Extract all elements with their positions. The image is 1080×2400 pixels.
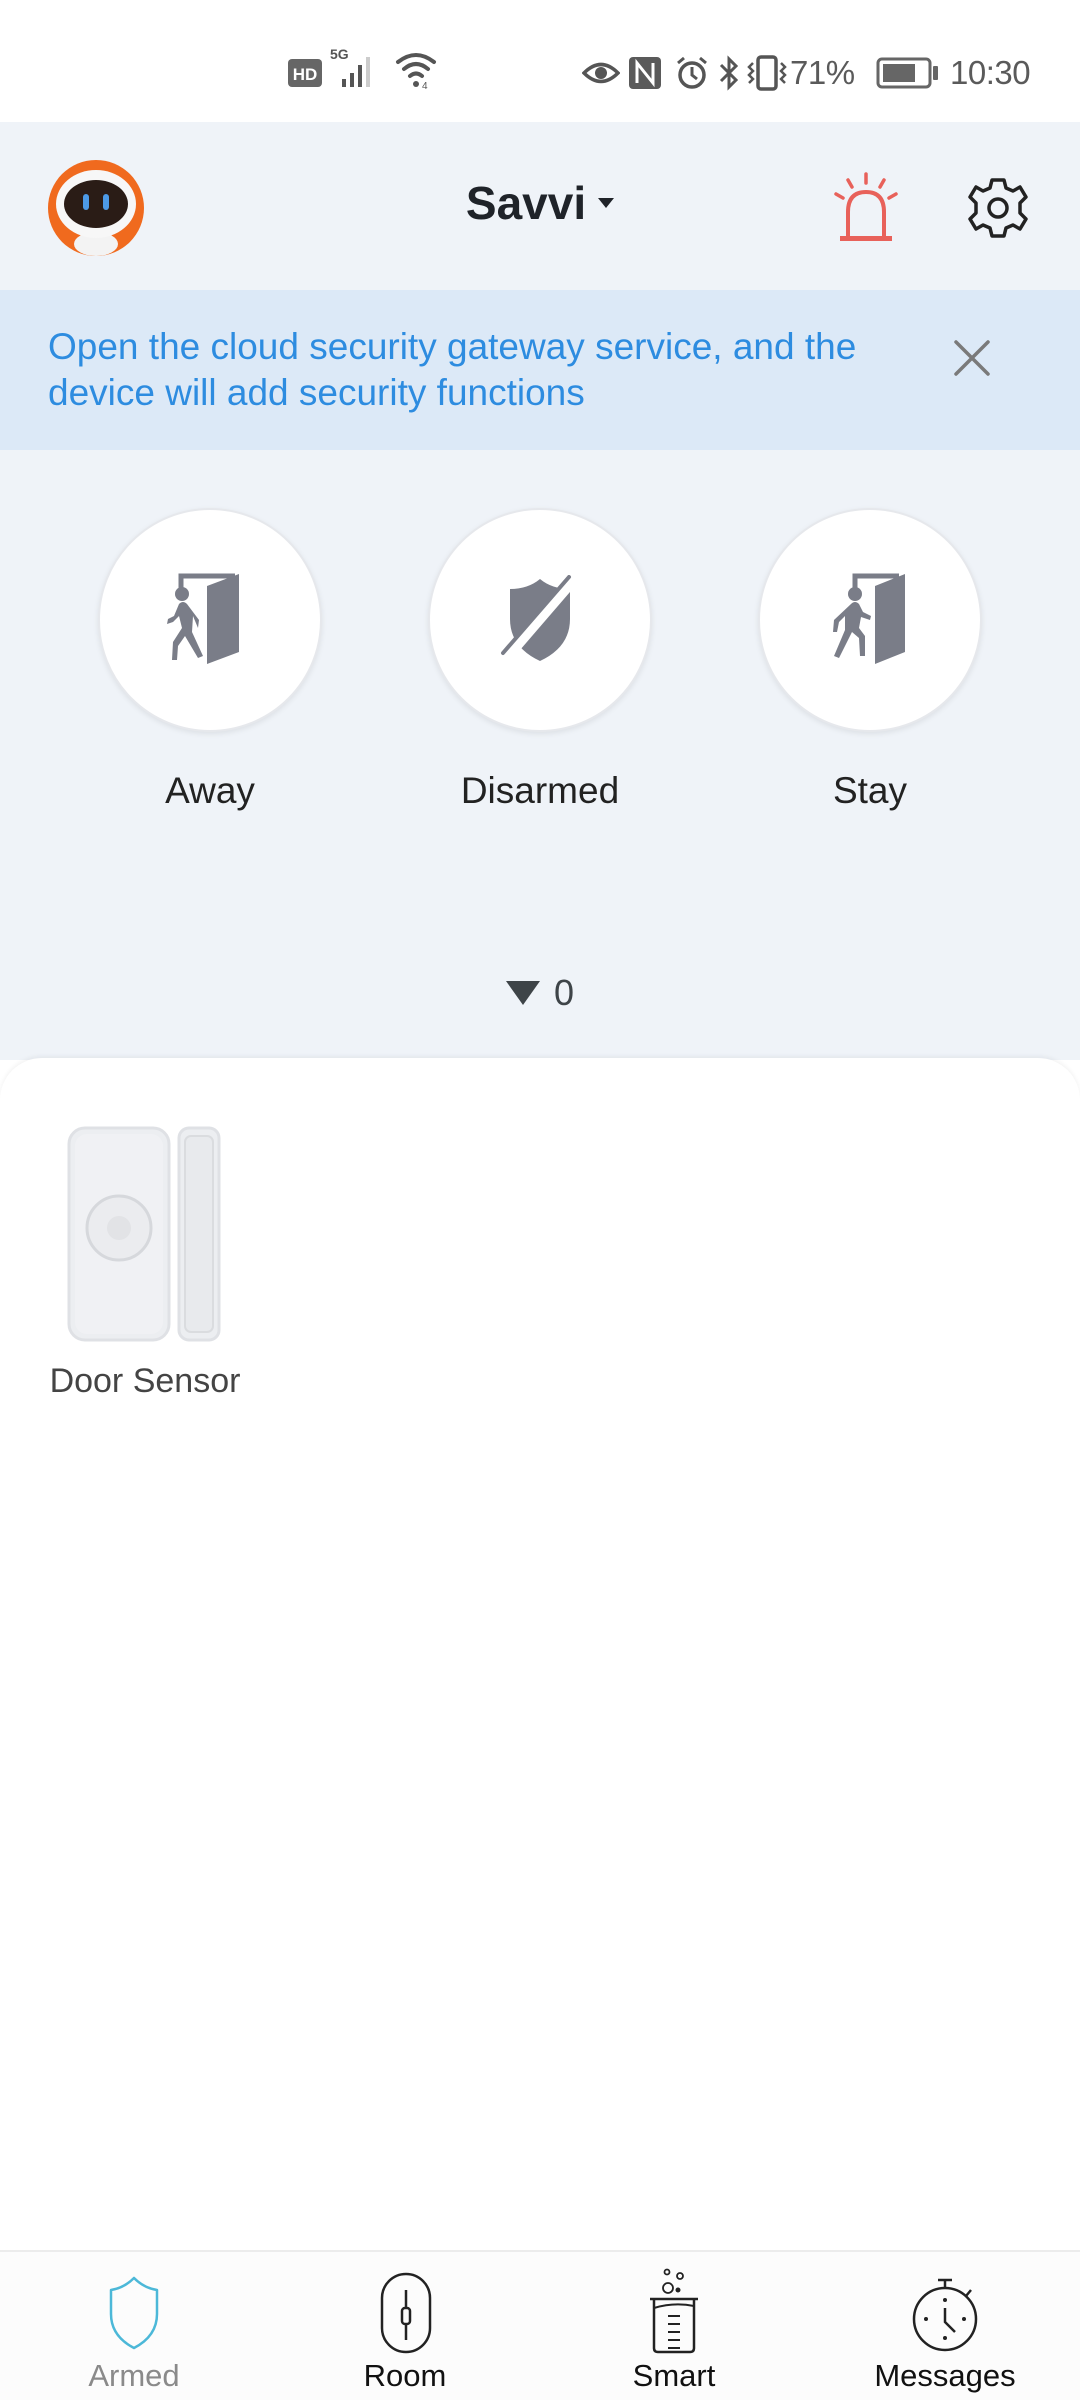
svg-text:HD: HD bbox=[293, 65, 318, 84]
wifi-icon: 4 bbox=[394, 52, 440, 90]
alarm-icon bbox=[674, 56, 710, 90]
alarm-count-toggle[interactable]: 0 bbox=[0, 972, 1080, 1014]
network-type-label: 5G bbox=[330, 46, 349, 62]
mode-label: Stay bbox=[832, 770, 908, 811]
mode-circle[interactable] bbox=[758, 508, 982, 732]
siren-icon[interactable] bbox=[832, 172, 900, 248]
security-modes: Away Disarmed Stay 0 bbox=[0, 450, 1080, 1060]
alarm-count-value: 0 bbox=[553, 972, 575, 1013]
tab-label: Messages bbox=[874, 2358, 1016, 2393]
banner-text[interactable]: Open the cloud security gateway service,… bbox=[48, 324, 928, 416]
tab-messages[interactable]: Messages bbox=[835, 2252, 1055, 2400]
bluetooth-icon bbox=[718, 55, 740, 91]
mode-disarmed-button[interactable]: Disarmed bbox=[420, 508, 660, 812]
shield-off-icon bbox=[501, 575, 577, 661]
tab-room[interactable]: Room bbox=[295, 2252, 515, 2400]
svg-text:4: 4 bbox=[422, 81, 428, 90]
caret-down-icon bbox=[598, 198, 615, 208]
bottom-nav: Armed Room Smart Messages bbox=[0, 2250, 1080, 2400]
security-service-banner[interactable]: Open the cloud security gateway service,… bbox=[0, 290, 1080, 450]
nfc-icon bbox=[628, 56, 662, 90]
tab-label: Room bbox=[363, 2358, 447, 2393]
mode-away-button[interactable]: Away bbox=[90, 508, 330, 812]
stopwatch-icon bbox=[900, 2266, 990, 2356]
home-selector[interactable]: Savvi bbox=[0, 176, 1080, 230]
mode-label: Away bbox=[165, 770, 255, 811]
app-header: Savvi bbox=[0, 122, 1080, 290]
battery-percent: 71% bbox=[790, 54, 855, 91]
page-title[interactable]: Savvi bbox=[466, 176, 586, 230]
gear-icon[interactable] bbox=[966, 176, 1030, 240]
battery-icon bbox=[876, 56, 940, 90]
tab-smart[interactable]: Smart bbox=[564, 2252, 784, 2400]
beaker-icon bbox=[629, 2266, 719, 2356]
status-bar: HD 5G 4 71% 10:30 bbox=[0, 0, 1080, 122]
mode-circle[interactable] bbox=[428, 508, 652, 732]
device-tile[interactable]: Door Sensor bbox=[40, 1124, 250, 1401]
tab-label: Smart bbox=[632, 2358, 716, 2393]
walking-out-door-icon bbox=[167, 573, 239, 664]
mode-circle[interactable] bbox=[98, 508, 322, 732]
device-label: Door Sensor bbox=[49, 1362, 241, 1400]
room-switch-icon bbox=[360, 2266, 450, 2356]
tab-armed[interactable]: Armed bbox=[24, 2252, 244, 2400]
clock-time: 10:30 bbox=[950, 54, 1031, 91]
shield-icon bbox=[89, 2266, 179, 2356]
walking-in-door-icon bbox=[833, 573, 905, 664]
signal-5g-icon: 5G bbox=[330, 46, 382, 87]
vibrate-icon bbox=[746, 55, 788, 91]
door-sensor-icon bbox=[65, 1124, 225, 1344]
mode-label: Disarmed bbox=[460, 770, 620, 811]
close-icon[interactable] bbox=[948, 334, 996, 382]
mode-stay-button[interactable]: Stay bbox=[750, 508, 990, 812]
tab-label: Armed bbox=[88, 2358, 180, 2393]
triangle-down-icon bbox=[505, 981, 540, 1005]
device-list-card: Door Sensor bbox=[0, 1058, 1080, 2250]
eye-comfort-icon bbox=[582, 56, 620, 90]
hd-icon: HD bbox=[288, 56, 322, 90]
